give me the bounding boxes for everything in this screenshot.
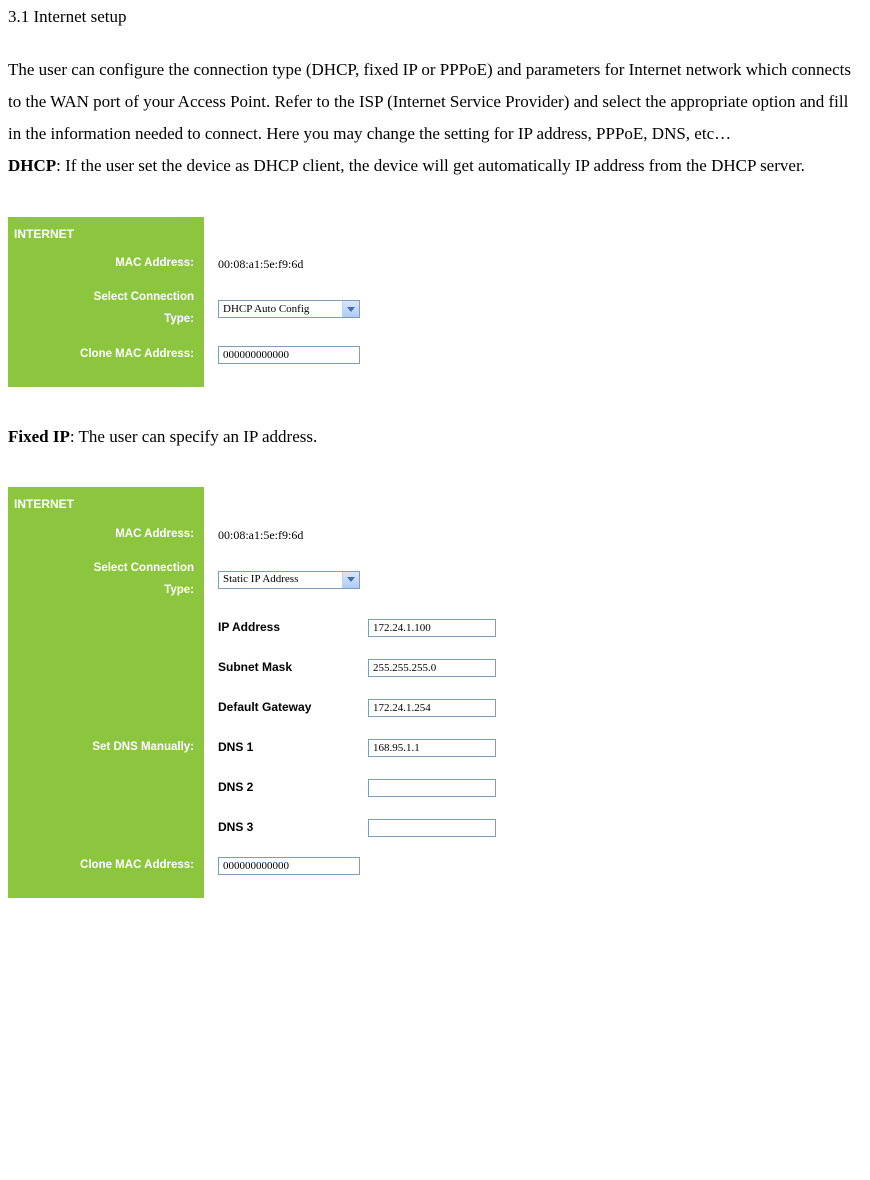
section-title: 3.1 Internet setup — [8, 4, 862, 30]
value-mac-address: 00:08:a1:5e:f9:6d — [218, 253, 303, 276]
select-connection-type-value: DHCP Auto Config — [223, 299, 309, 320]
label-connection-type: Select Connection Type: — [8, 281, 204, 337]
chevron-down-icon — [342, 301, 359, 317]
input-subnet-mask[interactable] — [368, 659, 496, 677]
label-mac-address: MAC Address: — [8, 518, 204, 552]
label-subnet-mask: Subnet Mask — [218, 656, 358, 679]
input-default-gateway[interactable] — [368, 699, 496, 717]
fixedip-label: Fixed IP — [8, 427, 70, 446]
label-dns3: DNS 3 — [218, 816, 358, 839]
value-mac-address: 00:08:a1:5e:f9:6d — [218, 524, 303, 547]
fixedip-text: : The user can specify an IP address. — [70, 427, 317, 446]
chevron-down-icon — [342, 572, 359, 588]
input-clone-mac[interactable] — [218, 857, 360, 875]
input-dns1[interactable] — [368, 739, 496, 757]
label-set-dns-manually: Set DNS Manually: — [8, 728, 204, 768]
input-dns2[interactable] — [368, 779, 496, 797]
label-dns1: DNS 1 — [218, 736, 358, 759]
intro-paragraph: The user can configure the connection ty… — [8, 54, 862, 151]
dhcp-label: DHCP — [8, 156, 56, 175]
select-connection-type[interactable]: DHCP Auto Config — [218, 300, 360, 318]
label-clone-mac: Clone MAC Address: — [8, 337, 204, 373]
input-clone-mac[interactable] — [218, 346, 360, 364]
select-connection-type[interactable]: Static IP Address — [218, 571, 360, 589]
panel-header: INTERNET — [8, 487, 204, 518]
select-connection-type-value: Static IP Address — [223, 569, 298, 590]
label-clone-mac: Clone MAC Address: — [8, 848, 204, 884]
input-ip-address[interactable] — [368, 619, 496, 637]
label-ip-address: IP Address — [218, 616, 358, 639]
label-dns2: DNS 2 — [218, 776, 358, 799]
internet-panel-fixedip: INTERNET MAC Address: 00:08:a1:5e:f9:6d … — [8, 487, 862, 897]
fixedip-paragraph: Fixed IP: The user can specify an IP add… — [8, 421, 862, 453]
dhcp-paragraph: DHCP: If the user set the device as DHCP… — [8, 150, 862, 182]
label-connection-type: Select Connection Type: — [8, 552, 204, 608]
dhcp-text: : If the user set the device as DHCP cli… — [56, 156, 805, 175]
label-mac-address: MAC Address: — [8, 247, 204, 281]
input-dns3[interactable] — [368, 819, 496, 837]
panel-header: INTERNET — [8, 217, 204, 248]
internet-panel-dhcp: INTERNET MAC Address: 00:08:a1:5e:f9:6d … — [8, 217, 862, 387]
label-default-gateway: Default Gateway — [218, 696, 358, 719]
